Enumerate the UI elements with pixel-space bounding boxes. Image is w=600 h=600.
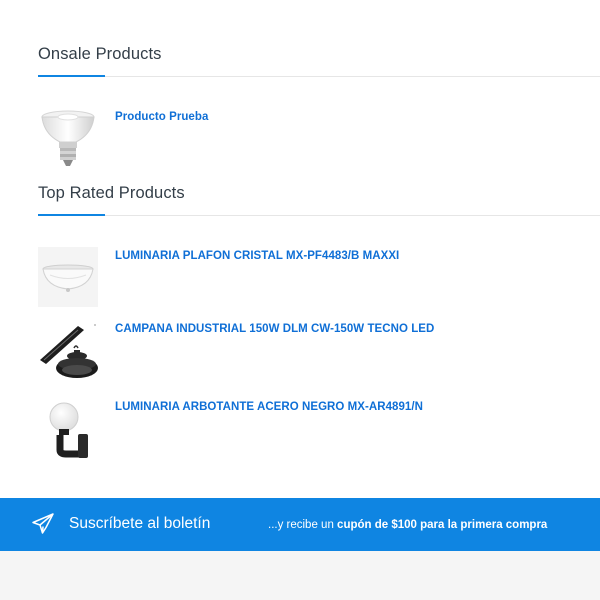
section-divider-accent: [38, 214, 105, 216]
product-item[interactable]: Producto Prueba: [38, 108, 438, 174]
wall-lamp-image[interactable]: [38, 398, 98, 458]
product-name-link[interactable]: Producto Prueba: [115, 111, 208, 123]
section-divider: [38, 76, 600, 77]
newsletter-offer-prefix: ...y recibe un: [268, 519, 338, 531]
footer-area: [0, 551, 600, 600]
product-name-link[interactable]: LUMINARIA ARBOTANTE ACERO NEGRO MX-AR489…: [115, 401, 423, 413]
paper-plane-icon: [32, 513, 54, 534]
ceiling-lamp-image[interactable]: [38, 247, 98, 307]
section-title-top-rated: Top Rated Products: [38, 184, 185, 202]
onsale-section: Onsale Products: [38, 45, 600, 78]
industrial-bell-lamp-image[interactable]: [38, 320, 98, 380]
product-name-link[interactable]: CAMPANA INDUSTRIAL 150W DLM CW-150W TECN…: [115, 323, 434, 335]
newsletter-title: Suscríbete al boletín: [69, 515, 211, 532]
newsletter-offer-highlight: cupón de $100 para la primera compra: [337, 519, 548, 531]
section-divider: [38, 215, 600, 216]
section-divider-accent: [38, 75, 105, 77]
product-item[interactable]: CAMPANA INDUSTRIAL 150W DLM CW-150W TECN…: [38, 320, 488, 382]
product-name-link[interactable]: LUMINARIA PLAFON CRISTAL MX-PF4483/B MAX…: [115, 250, 399, 262]
newsletter-bar: Suscríbete al boletín ...y recibe un cup…: [0, 498, 600, 551]
product-item[interactable]: LUMINARIA PLAFON CRISTAL MX-PF4483/B MAX…: [38, 247, 488, 309]
top-rated-section: Top Rated Products: [38, 184, 600, 217]
product-item[interactable]: LUMINARIA ARBOTANTE ACERO NEGRO MX-AR489…: [38, 398, 488, 460]
section-title-onsale: Onsale Products: [38, 45, 162, 63]
newsletter-offer-text: ...y recibe un cupón de $100 para la pri…: [268, 519, 547, 531]
led-bulb-image[interactable]: [38, 108, 98, 168]
